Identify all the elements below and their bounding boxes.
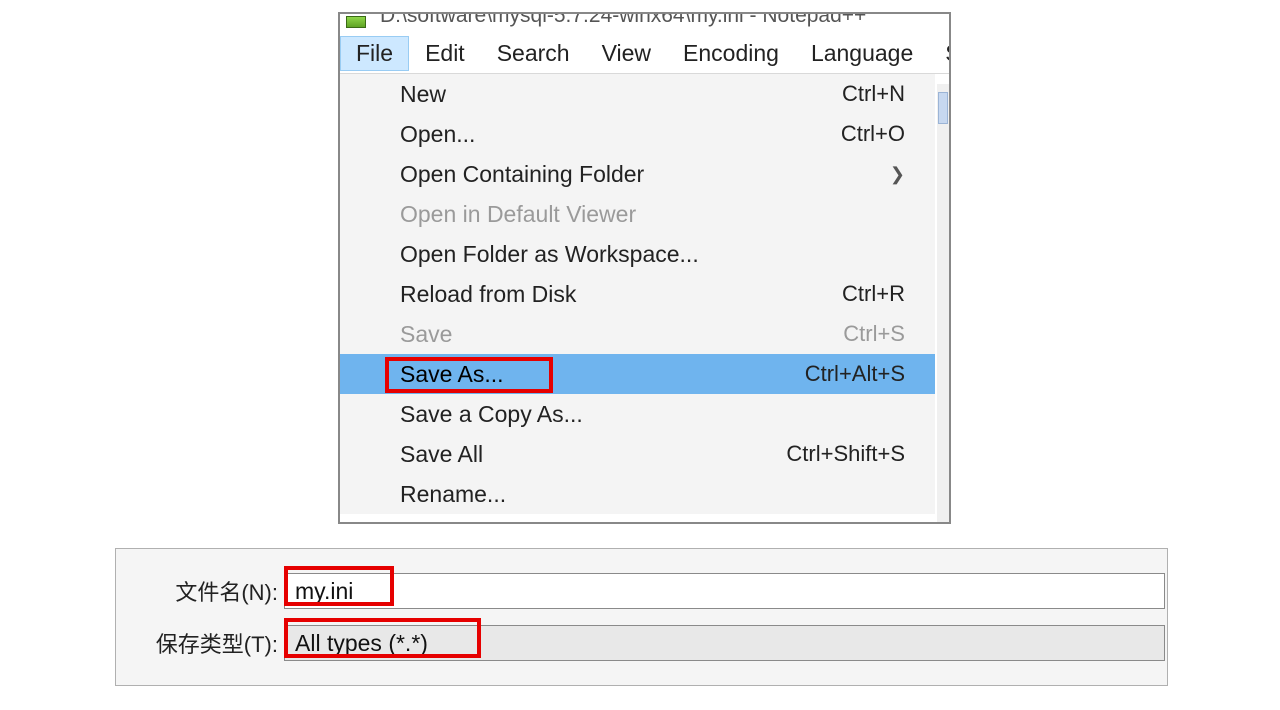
filename-input[interactable]: my.ini — [284, 573, 1165, 609]
menu-language[interactable]: Language — [795, 36, 929, 71]
type-value: All types (*.*) — [295, 630, 428, 657]
menu-item-label: Save All — [400, 441, 483, 468]
menu-edit[interactable]: Edit — [409, 36, 481, 71]
menu-item-label: Save As... — [400, 361, 504, 388]
menu-item-rename[interactable]: Rename... — [340, 474, 935, 514]
app-icon — [346, 16, 366, 28]
menu-item-label: Save — [400, 321, 452, 348]
menu-item-label: Rename... — [400, 481, 506, 508]
save-as-dialog: 文件名(N): my.ini 保存类型(T): All types (*.*) — [115, 548, 1168, 686]
menu-item-label: Reload from Disk — [400, 281, 576, 308]
menu-file[interactable]: File — [340, 36, 409, 71]
menu-item-open-folder-workspace[interactable]: Open Folder as Workspace... — [340, 234, 935, 274]
menu-item-label: Open Folder as Workspace... — [400, 241, 699, 268]
menu-encoding[interactable]: Encoding — [667, 36, 795, 71]
menu-item-shortcut: Ctrl+S — [843, 321, 905, 347]
menu-item-shortcut: Ctrl+O — [841, 121, 905, 147]
menu-view[interactable]: View — [586, 36, 667, 71]
menu-item-open[interactable]: Open... Ctrl+O — [340, 114, 935, 154]
menu-item-shortcut: Ctrl+R — [842, 281, 905, 307]
menu-item-shortcut: Ctrl+Alt+S — [805, 361, 905, 387]
menu-item-reload-from-disk[interactable]: Reload from Disk Ctrl+R — [340, 274, 935, 314]
menu-item-label: Open in Default Viewer — [400, 201, 636, 228]
menu-item-shortcut: Ctrl+N — [842, 81, 905, 107]
type-label: 保存类型(T): — [116, 627, 284, 659]
menu-item-save-all[interactable]: Save All Ctrl+Shift+S — [340, 434, 935, 474]
menu-item-label: Save a Copy As... — [400, 401, 583, 428]
notepadpp-window: D:\software\mysql-5.7.24-winx64\my.ini -… — [338, 12, 951, 524]
filename-row: 文件名(N): my.ini — [116, 573, 1165, 609]
menu-item-save-as[interactable]: Save As... Ctrl+Alt+S — [340, 354, 935, 394]
filename-value: my.ini — [295, 578, 353, 605]
menu-item-label: Open Containing Folder — [400, 161, 644, 188]
menu-item-shortcut: Ctrl+Shift+S — [786, 441, 905, 467]
menu-item-open-containing-folder[interactable]: Open Containing Folder ❯ — [340, 154, 935, 194]
filename-label: 文件名(N): — [116, 575, 284, 607]
file-dropdown: New Ctrl+N Open... Ctrl+O Open Containin… — [340, 74, 935, 514]
chevron-right-icon: ❯ — [890, 164, 905, 185]
menu-item-save: Save Ctrl+S — [340, 314, 935, 354]
menu-settings[interactable]: Settin — [929, 36, 951, 71]
type-row: 保存类型(T): All types (*.*) — [116, 625, 1165, 661]
menu-item-new[interactable]: New Ctrl+N — [340, 74, 935, 114]
menu-item-open-default-viewer: Open in Default Viewer — [340, 194, 935, 234]
scrollbar-vertical[interactable] — [937, 84, 949, 522]
window-title: D:\software\mysql-5.7.24-winx64\my.ini -… — [340, 14, 949, 34]
type-select[interactable]: All types (*.*) — [284, 625, 1165, 661]
menu-item-label: New — [400, 81, 446, 108]
menu-search[interactable]: Search — [481, 36, 586, 71]
menu-item-save-copy-as[interactable]: Save a Copy As... — [340, 394, 935, 434]
menu-item-label: Open... — [400, 121, 475, 148]
menubar: File Edit Search View Encoding Language … — [340, 34, 949, 74]
